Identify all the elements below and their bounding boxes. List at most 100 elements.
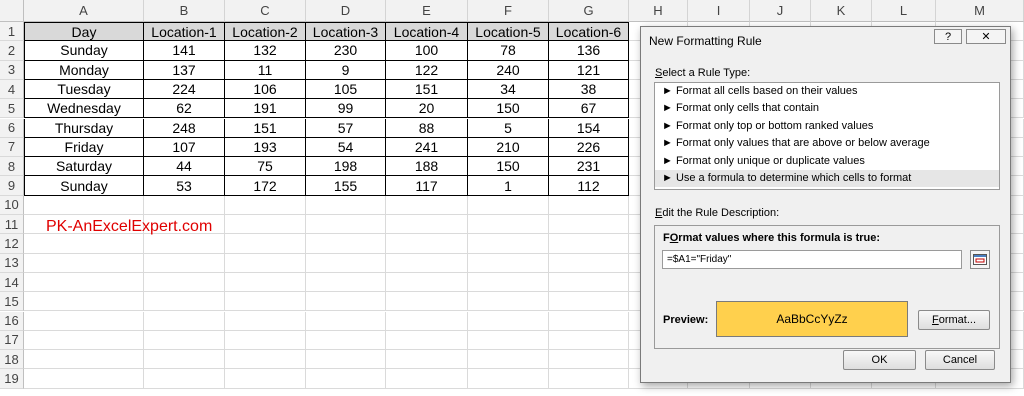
empty-cell[interactable] [24, 272, 144, 293]
empty-cell[interactable] [225, 234, 306, 254]
table-header-cell[interactable]: Day [24, 22, 144, 42]
empty-cell[interactable] [24, 369, 144, 389]
empty-cell[interactable] [306, 311, 386, 331]
row-header[interactable]: 7 [0, 137, 24, 158]
table-header-cell[interactable]: Location-4 [386, 22, 468, 42]
empty-cell[interactable] [306, 234, 386, 254]
table-cell[interactable]: 44 [144, 157, 225, 177]
table-cell[interactable]: Tuesday [24, 79, 144, 100]
empty-cell[interactable] [144, 330, 225, 351]
empty-cell[interactable] [306, 350, 386, 370]
empty-cell[interactable] [306, 330, 386, 351]
row-header[interactable]: 18 [0, 350, 24, 370]
empty-cell[interactable] [468, 292, 549, 312]
table-cell[interactable]: 224 [144, 79, 225, 100]
empty-cell[interactable] [306, 369, 386, 389]
table-cell[interactable]: 198 [306, 157, 386, 177]
table-cell[interactable]: 151 [225, 118, 306, 138]
empty-cell[interactable] [549, 292, 629, 312]
column-header[interactable]: A [24, 0, 144, 22]
empty-cell[interactable] [225, 195, 306, 215]
column-header[interactable]: G [549, 0, 629, 22]
empty-cell[interactable] [468, 272, 549, 293]
row-header[interactable]: 15 [0, 292, 24, 312]
empty-cell[interactable] [386, 369, 468, 389]
rule-type-item[interactable]: ► Format only cells that contain [655, 100, 999, 117]
collapse-dialog-button[interactable] [970, 250, 990, 269]
table-cell[interactable]: Thursday [24, 118, 144, 138]
empty-cell[interactable] [225, 350, 306, 370]
table-cell[interactable]: 57 [306, 118, 386, 138]
rule-type-item[interactable]: ► Format only unique or duplicate values [655, 153, 999, 170]
table-cell[interactable]: 141 [144, 41, 225, 61]
column-header[interactable]: F [468, 0, 549, 22]
empty-cell[interactable] [306, 215, 386, 235]
empty-cell[interactable] [24, 253, 144, 273]
table-cell[interactable]: 151 [386, 79, 468, 100]
format-button[interactable]: Format... [918, 310, 990, 330]
column-header[interactable]: D [306, 0, 386, 22]
empty-cell[interactable] [144, 292, 225, 312]
empty-cell[interactable] [386, 292, 468, 312]
empty-cell[interactable] [549, 272, 629, 293]
table-header-cell[interactable]: Location-3 [306, 22, 386, 42]
empty-cell[interactable] [468, 369, 549, 389]
table-cell[interactable]: 78 [468, 41, 549, 61]
table-cell[interactable]: Saturday [24, 157, 144, 177]
table-cell[interactable]: 105 [306, 79, 386, 100]
table-cell[interactable]: Friday [24, 137, 144, 158]
empty-cell[interactable] [225, 215, 306, 235]
row-header[interactable]: 19 [0, 369, 24, 389]
table-cell[interactable]: 136 [549, 41, 629, 61]
table-cell[interactable]: 188 [386, 157, 468, 177]
row-header[interactable]: 3 [0, 60, 24, 80]
table-cell[interactable]: 230 [306, 41, 386, 61]
empty-cell[interactable] [549, 195, 629, 215]
row-header[interactable]: 11 [0, 215, 24, 235]
column-header[interactable]: L [872, 0, 936, 22]
empty-cell[interactable] [386, 195, 468, 215]
table-cell[interactable]: 193 [225, 137, 306, 158]
empty-cell[interactable] [468, 330, 549, 351]
table-cell[interactable]: 226 [549, 137, 629, 158]
empty-cell[interactable] [306, 272, 386, 293]
column-header[interactable]: M [936, 0, 1024, 22]
empty-cell[interactable] [468, 234, 549, 254]
empty-cell[interactable] [144, 272, 225, 293]
ok-button[interactable]: OK [843, 350, 916, 370]
table-cell[interactable]: 67 [549, 99, 629, 119]
table-cell[interactable]: 5 [468, 118, 549, 138]
table-cell[interactable]: 100 [386, 41, 468, 61]
table-cell[interactable]: 1 [468, 176, 549, 196]
empty-cell[interactable] [549, 330, 629, 351]
table-cell[interactable]: 132 [225, 41, 306, 61]
table-header-cell[interactable]: Location-1 [144, 22, 225, 42]
row-header[interactable]: 16 [0, 311, 24, 331]
table-cell[interactable]: 155 [306, 176, 386, 196]
table-cell[interactable]: 62 [144, 99, 225, 119]
table-header-cell[interactable]: Location-5 [468, 22, 549, 42]
formula-input[interactable]: =$A1="Friday" [662, 250, 962, 269]
column-header[interactable]: I [688, 0, 750, 22]
empty-cell[interactable] [144, 253, 225, 273]
row-header[interactable]: 2 [0, 41, 24, 61]
empty-cell[interactable] [144, 234, 225, 254]
empty-cell[interactable] [549, 369, 629, 389]
empty-cell[interactable] [144, 350, 225, 370]
row-header[interactable]: 13 [0, 253, 24, 273]
table-cell[interactable]: 121 [549, 60, 629, 80]
table-cell[interactable]: 53 [144, 176, 225, 196]
empty-cell[interactable] [225, 292, 306, 312]
table-cell[interactable]: 11 [225, 60, 306, 80]
empty-cell[interactable] [225, 330, 306, 351]
empty-cell[interactable] [468, 215, 549, 235]
table-cell[interactable]: 172 [225, 176, 306, 196]
table-cell[interactable]: 248 [144, 118, 225, 138]
empty-cell[interactable] [225, 311, 306, 331]
rule-type-item[interactable]: ► Format only values that are above or b… [655, 135, 999, 152]
table-header-cell[interactable]: Location-6 [549, 22, 629, 42]
empty-cell[interactable] [549, 234, 629, 254]
row-header[interactable]: 5 [0, 99, 24, 119]
table-cell[interactable]: 75 [225, 157, 306, 177]
row-header[interactable]: 14 [0, 272, 24, 293]
